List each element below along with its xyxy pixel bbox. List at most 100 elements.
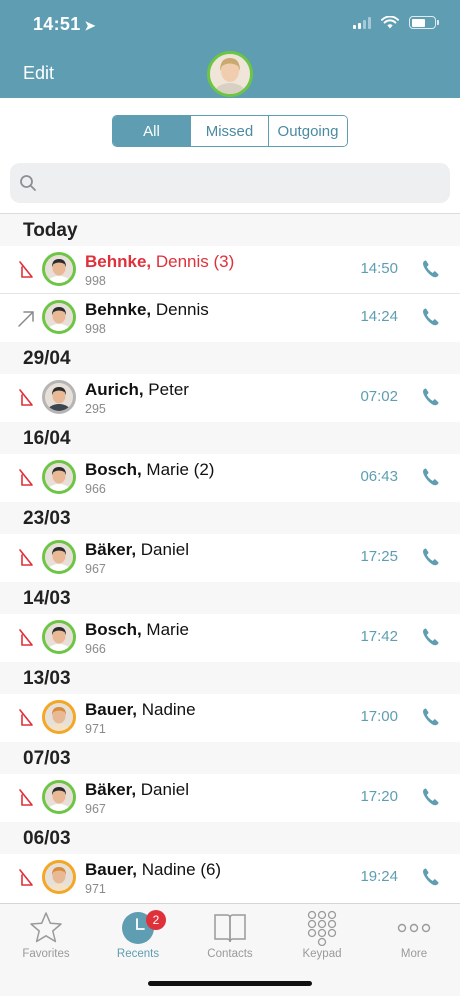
contact-avatar [42,460,76,494]
contact-last-name: Aurich, [85,380,144,399]
contact-avatar [42,700,76,734]
section-header-date: 23/03 [0,502,460,534]
star-icon [30,912,62,943]
contact-last-name: Bauer, [85,860,137,879]
contact-name: Bauer, Nadine (6) [85,860,221,880]
call-filter-segmented-control: All Missed Outgoing [112,115,348,147]
contact-first-name: Daniel [140,780,189,799]
missed-call-icon [19,629,33,646]
call-row[interactable]: Bauer, Nadine (6) 971 19:24 [0,854,460,902]
filter-missed-tab[interactable]: Missed [191,116,269,146]
section-header-date: Today [0,214,460,246]
search-input[interactable] [46,163,436,203]
cellular-signal-icon [353,16,371,29]
contact-extension: 966 [85,482,106,496]
call-row[interactable]: Bosch, Marie (2) 966 06:43 [0,454,460,502]
tab-favorites-label: Favorites [22,948,70,960]
section-header-date: 29/04 [0,342,460,374]
contact-first-name: Peter [148,380,189,399]
search-bar [10,163,450,203]
contact-extension: 998 [85,322,106,336]
section-header-date: 06/03 [0,822,460,854]
tab-contacts-label: Contacts [207,948,253,960]
tab-recents-label: Recents [116,948,160,960]
tab-keypad[interactable]: Keypad [276,908,368,968]
call-time: 17:20 [360,788,398,805]
tab-recents[interactable]: 2 Recents [92,908,184,968]
tab-favorites[interactable]: Favorites [0,908,92,968]
contact-first-name: Nadine (6) [141,860,222,879]
call-row[interactable]: Bäker, Daniel 967 17:20 [0,774,460,822]
contact-extension: 998 [85,274,106,288]
wifi-icon [381,16,399,29]
contact-avatar [42,300,76,334]
contact-extension: 295 [85,402,106,416]
call-row[interactable]: Bauer, Nadine 971 17:00 [0,694,460,742]
tab-more[interactable]: More [368,908,460,968]
missed-call-icon [19,469,33,486]
call-row[interactable]: Behnke, Dennis 998 14:24 [0,294,460,342]
contact-avatar [42,380,76,414]
phone-call-icon[interactable] [420,626,442,648]
contact-name: Bäker, Daniel [85,540,189,560]
contact-first-name: Nadine [141,700,196,719]
contact-first-name: Daniel [140,540,189,559]
filter-all-tab[interactable]: All [113,116,191,146]
status-time: 14:51 ➤ [33,14,96,35]
recent-calls-list: Today Behnke, Dennis (3) 998 14:50 Behnke, D… [0,214,460,902]
contact-avatar [42,860,76,894]
contact-last-name: Bosch, [85,460,142,479]
call-time: 19:24 [360,868,398,885]
contact-name: Aurich, Peter [85,380,189,400]
phone-call-icon[interactable] [420,306,442,328]
phone-call-icon[interactable] [420,258,442,280]
navigation-header: 14:51 ➤ Edit [0,0,460,98]
contact-avatar [42,540,76,574]
contact-avatar [42,252,76,286]
tab-more-label: More [400,948,428,960]
keypad-icon [307,910,337,946]
contact-extension: 971 [85,882,106,896]
call-row[interactable]: Behnke, Dennis (3) 998 14:50 [0,246,460,294]
missed-call-icon [19,389,33,406]
phone-call-icon[interactable] [420,866,442,888]
outgoing-call-icon [18,311,34,327]
contact-last-name: Bäker, [85,780,137,799]
contact-last-name: Bäker, [85,540,137,559]
call-time: 17:42 [360,628,398,645]
filter-outgoing-tab[interactable]: Outgoing [269,116,347,146]
section-header-date: 07/03 [0,742,460,774]
contact-first-name: Marie (2) [146,460,215,479]
status-icons [353,16,439,29]
missed-call-icon [19,869,33,886]
search-icon [20,175,36,191]
section-header-date: 14/03 [0,582,460,614]
call-time: 14:50 [360,260,398,277]
contact-extension: 966 [85,642,106,656]
contact-last-name: Bosch, [85,620,142,639]
call-row[interactable]: Aurich, Peter 295 07:02 [0,374,460,422]
location-arrow-icon: ➤ [84,18,96,33]
contact-extension: 967 [85,802,106,816]
user-avatar[interactable] [207,51,253,97]
contact-name: Behnke, Dennis [85,300,209,320]
tab-contacts[interactable]: Contacts [184,908,276,968]
call-time: 17:00 [360,708,398,725]
phone-call-icon[interactable] [420,466,442,488]
contact-name: Behnke, Dennis (3) [85,252,234,272]
contact-last-name: Bauer, [85,700,137,719]
contact-name: Bosch, Marie (2) [85,460,214,480]
missed-call-icon [19,549,33,566]
phone-call-icon[interactable] [420,786,442,808]
call-row[interactable]: Bosch, Marie 966 17:42 [0,614,460,662]
edit-button[interactable]: Edit [23,63,54,84]
contact-extension: 971 [85,722,106,736]
tab-keypad-label: Keypad [302,948,342,960]
contact-extension: 967 [85,562,106,576]
phone-call-icon[interactable] [420,546,442,568]
phone-call-icon[interactable] [420,706,442,728]
phone-call-icon[interactable] [420,386,442,408]
section-header-date: 13/03 [0,662,460,694]
more-icon [397,923,431,933]
call-row[interactable]: Bäker, Daniel 967 17:25 [0,534,460,582]
